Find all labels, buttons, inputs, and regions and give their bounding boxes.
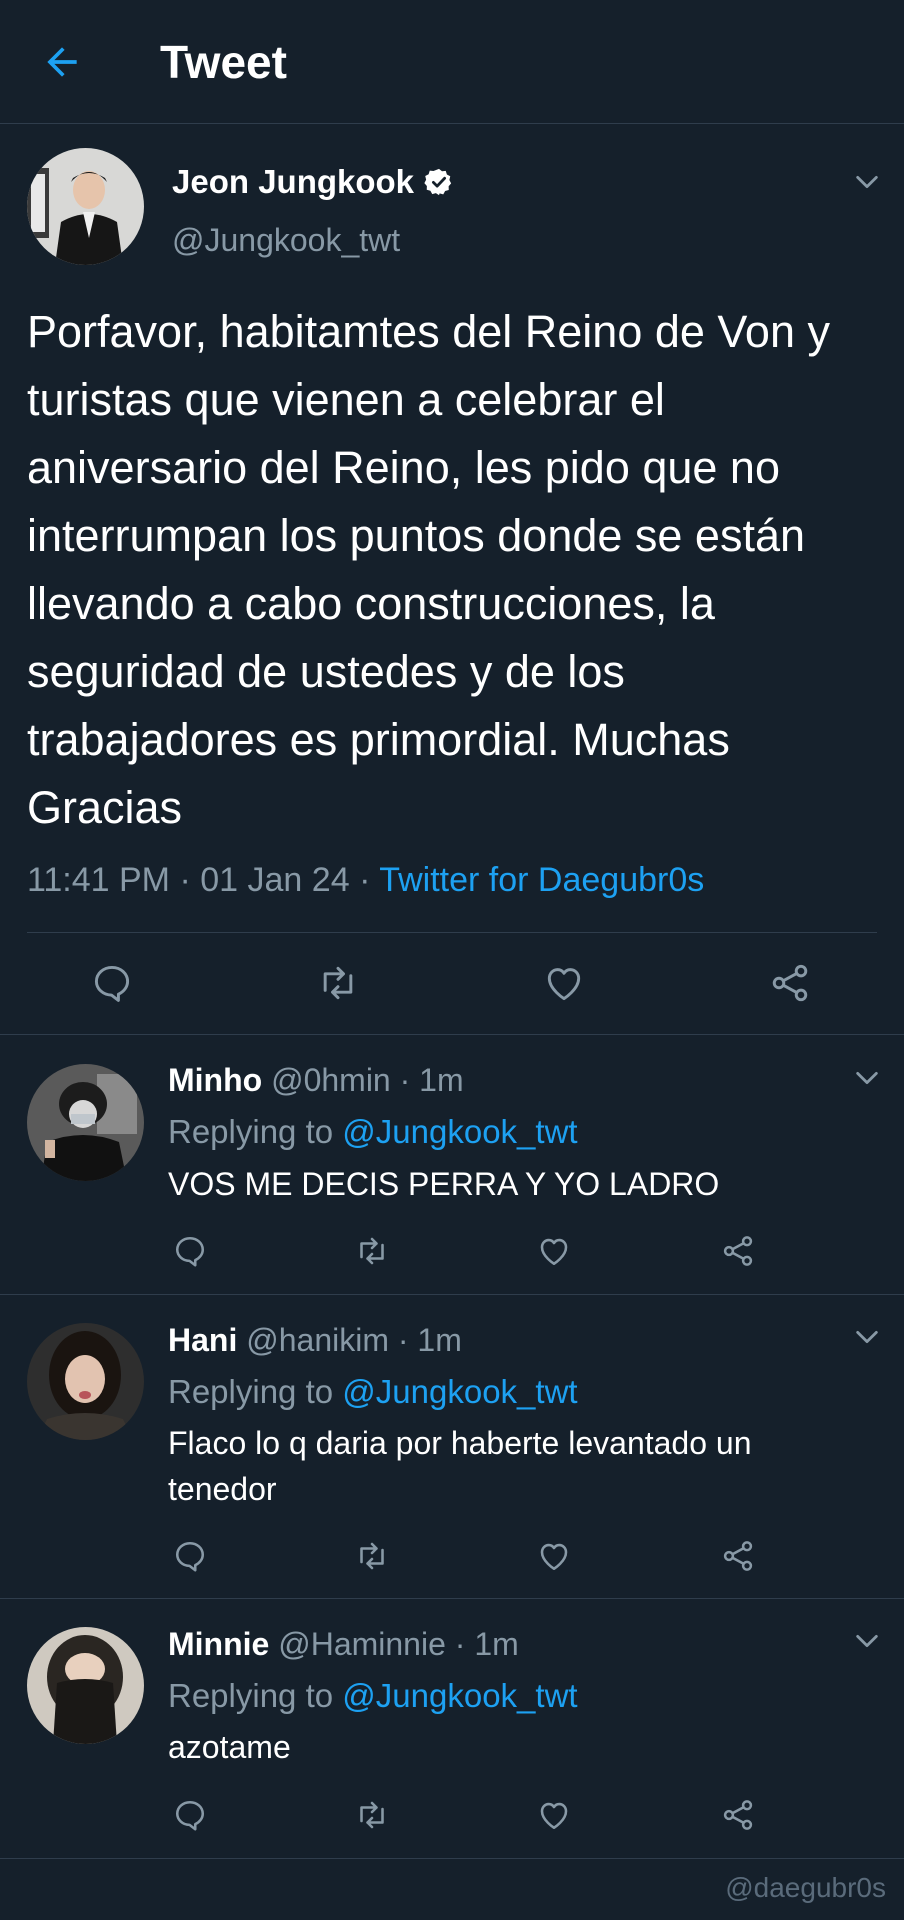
chevron-down-icon[interactable] [853, 1323, 881, 1351]
reply-author-handle[interactable]: @0hmin [271, 1062, 391, 1098]
like-heart-icon[interactable] [536, 1538, 572, 1574]
reply-author-name[interactable]: Minho [168, 1062, 262, 1098]
reply-author-name[interactable]: Minnie [168, 1626, 269, 1662]
meta-separator: · [179, 861, 201, 899]
page-title: Tweet [160, 36, 287, 88]
replying-to-mention[interactable]: @Jungkook_twt [342, 1373, 577, 1410]
retweet-icon[interactable] [352, 1538, 392, 1574]
chevron-down-icon[interactable] [853, 1627, 881, 1655]
reply-header: Minnie @Haminnie · 1m [168, 1624, 519, 1664]
like-heart-icon[interactable] [542, 961, 586, 1005]
replying-to-line: Replying to @Jungkook_twt [168, 1111, 578, 1153]
author-name-text: Jeon Jungkook [172, 163, 415, 200]
tweet-date: 01 Jan 24 [200, 861, 350, 899]
reply-author-handle[interactable]: @Haminnie [278, 1626, 446, 1662]
divider [27, 932, 877, 933]
tweet-time: 11:41 PM [27, 861, 171, 899]
retweet-icon[interactable] [314, 961, 362, 1005]
author-avatar[interactable] [27, 148, 144, 265]
dot-separator: · [397, 1322, 409, 1358]
author-handle[interactable]: @Jungkook_twt [172, 220, 400, 260]
reply-avatar[interactable] [27, 1627, 144, 1744]
share-icon[interactable] [720, 1538, 756, 1574]
reply-text: Flaco lo q daria por haberte levantado u… [168, 1425, 752, 1507]
share-icon[interactable] [720, 1233, 756, 1269]
like-heart-icon[interactable] [536, 1797, 572, 1833]
reply-avatar[interactable] [27, 1064, 144, 1181]
replying-prefix: Replying to [168, 1373, 334, 1410]
verified-badge-icon [424, 168, 452, 196]
divider [0, 1598, 904, 1599]
watermark: @daegubr0s [725, 1872, 886, 1903]
reply-icon[interactable] [172, 1797, 208, 1833]
retweet-icon[interactable] [352, 1797, 392, 1833]
reply-time: 1m [474, 1626, 519, 1662]
tweet-meta: 11:41 PM · 01 Jan 24 · Twitter for Daegu… [27, 858, 704, 902]
chevron-down-icon[interactable] [853, 1064, 881, 1092]
reply-icon[interactable] [172, 1233, 208, 1269]
reply-text: VOS ME DECIS PERRA Y YO LADRO [168, 1166, 720, 1202]
share-icon[interactable] [768, 961, 812, 1005]
replying-to-mention[interactable]: @Jungkook_twt [342, 1677, 577, 1714]
meta-separator: · [359, 861, 380, 899]
reply-author-handle[interactable]: @hanikim [246, 1322, 389, 1358]
replying-to-mention[interactable]: @Jungkook_twt [342, 1113, 577, 1150]
replying-to-line: Replying to @Jungkook_twt [168, 1675, 578, 1717]
reply-header: Hani @hanikim · 1m [168, 1320, 462, 1360]
tweet-source-link[interactable]: Twitter for Daegubr0s [379, 861, 704, 899]
author-name[interactable]: Jeon Jungkook [172, 162, 454, 202]
reply-author-name[interactable]: Hani [168, 1322, 237, 1358]
divider [0, 1858, 904, 1859]
divider [0, 1294, 904, 1295]
like-heart-icon[interactable] [536, 1233, 572, 1269]
reply-icon[interactable] [172, 1538, 208, 1574]
reply-avatar[interactable] [27, 1323, 144, 1440]
reply-time: 1m [417, 1322, 462, 1358]
share-icon[interactable] [720, 1797, 756, 1833]
chevron-down-icon[interactable] [853, 168, 881, 196]
retweet-icon[interactable] [352, 1233, 392, 1269]
reply-icon[interactable] [90, 961, 134, 1005]
back-arrow-icon[interactable] [40, 40, 84, 84]
reply-time: 1m [419, 1062, 464, 1098]
reply-text: azotame [168, 1729, 291, 1765]
replying-prefix: Replying to [168, 1113, 334, 1150]
replying-to-line: Replying to @Jungkook_twt [168, 1371, 578, 1413]
dot-separator: · [399, 1062, 411, 1098]
top-bar: Tweet [0, 0, 904, 124]
dot-separator: · [454, 1626, 466, 1662]
replying-prefix: Replying to [168, 1677, 334, 1714]
divider [0, 1034, 904, 1035]
tweet-text: Porfavor, habitamtes del Reino de Von y … [27, 306, 830, 833]
reply-header: Minho @0hmin · 1m [168, 1060, 464, 1100]
